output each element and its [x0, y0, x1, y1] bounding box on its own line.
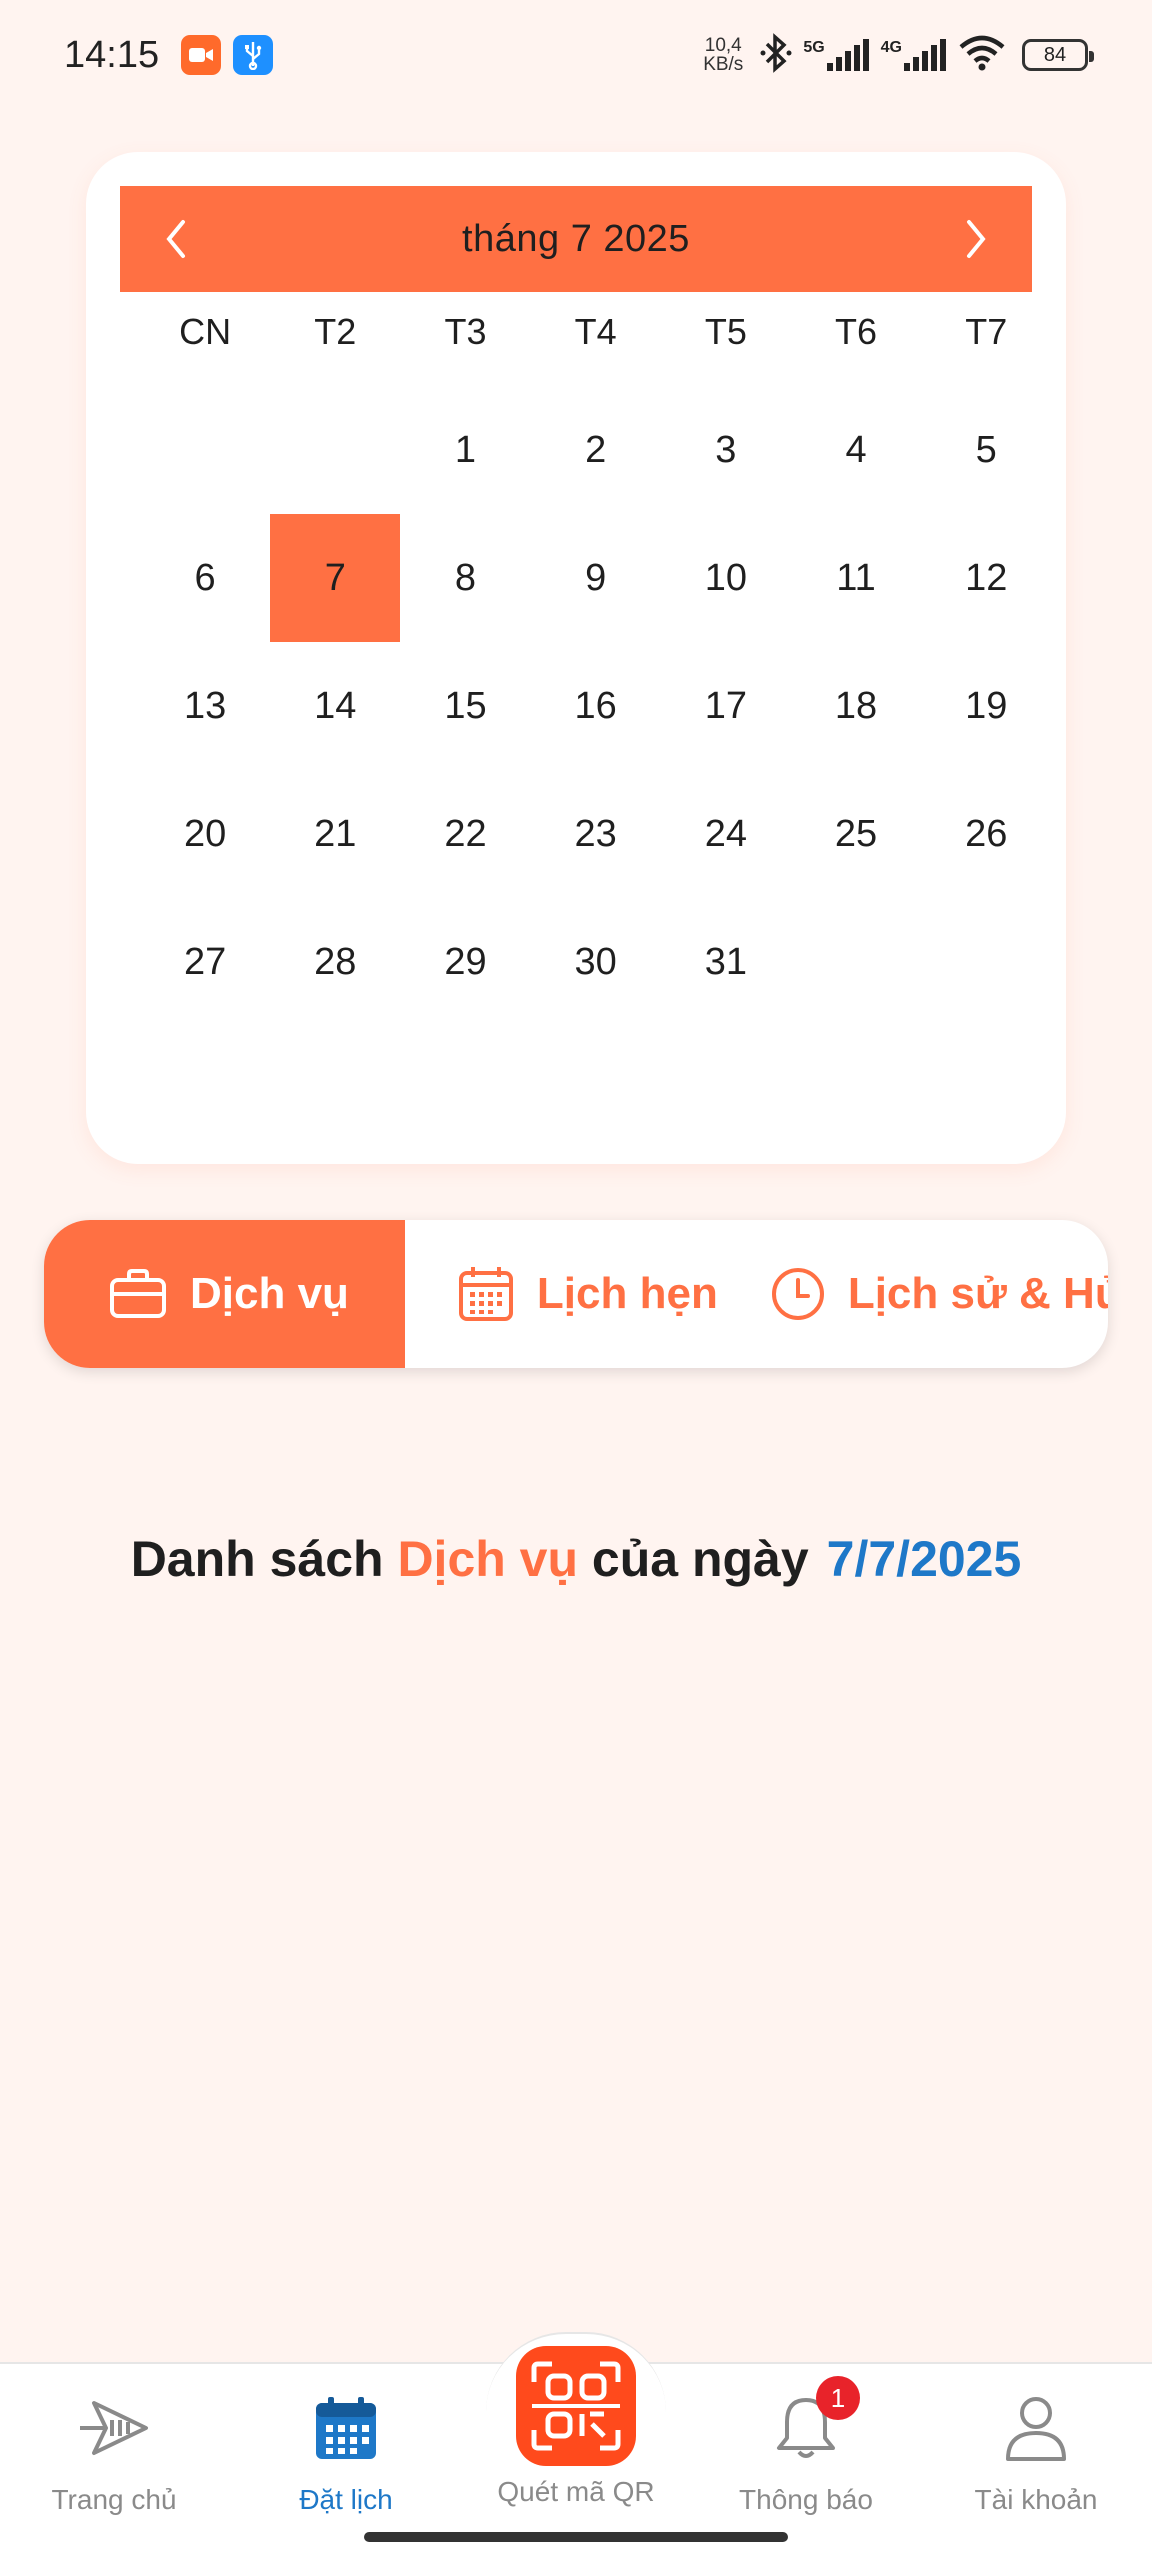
usb-icon	[233, 35, 274, 75]
day-cell[interactable]: 21	[270, 770, 400, 898]
day-cell[interactable]: 8	[400, 514, 530, 642]
wifi-icon	[958, 35, 1006, 76]
nav-notifications[interactable]: 1 Thông báo	[706, 2376, 906, 2516]
bell-icon: 1	[766, 2376, 860, 2468]
calendar-icon	[306, 2388, 386, 2468]
signal-bars-icon	[826, 39, 869, 71]
briefcase-icon	[110, 1269, 166, 1318]
weekday-label: T3	[444, 311, 487, 352]
tab-lich-su-huy[interactable]: Lịch sử & Hủy	[770, 1220, 1108, 1368]
nav-account[interactable]: Tài khoản	[936, 2388, 1136, 2516]
day-cell[interactable]: 22	[400, 770, 530, 898]
clock-icon	[771, 1268, 824, 1320]
day-blank	[270, 386, 400, 514]
calendar-header: tháng 7 2025	[120, 186, 1032, 292]
status-indicators: 10,4 KB/s 5G 4G 84	[703, 32, 1094, 78]
prev-month-button[interactable]	[146, 209, 206, 269]
weekday-label: T7	[965, 311, 1008, 352]
weekday-label: T4	[574, 311, 617, 352]
weekday-label: T2	[314, 311, 357, 352]
day-cell[interactable]: 2	[531, 386, 661, 514]
nav-label-qr: Quét mã QR	[497, 2476, 655, 2507]
day-cell[interactable]: 23	[531, 770, 661, 898]
tab-label: Lịch hẹn	[536, 1269, 718, 1318]
service-list-title: Danh sách Dịch vụ của ngày 7/7/2025	[0, 1530, 1152, 1588]
nav-label: Đặt lịch	[299, 2484, 393, 2515]
battery-icon: 84	[1022, 39, 1094, 71]
network-speed: 10,4 KB/s	[703, 36, 743, 74]
day-cell[interactable]: 14	[270, 642, 400, 770]
day-cell[interactable]: 17	[661, 642, 791, 770]
day-cell[interactable]: 12	[921, 514, 1051, 642]
day-cell[interactable]: 25	[791, 770, 921, 898]
day-blank	[140, 386, 270, 514]
day-cell[interactable]: 5	[921, 386, 1051, 514]
service-tabs: Dịch vụ Lịch hẹn Lịch sử & Hủy	[44, 1220, 1108, 1368]
battery-level: 84	[1043, 43, 1067, 66]
nav-home[interactable]: Trang chủ	[14, 2388, 214, 2516]
day-cell[interactable]: 4	[791, 386, 921, 514]
signal-bars-icon	[904, 39, 946, 71]
home-icon	[74, 2388, 154, 2468]
calendar-month-title: tháng 7 2025	[462, 217, 690, 260]
weekday-label: T6	[835, 311, 878, 352]
weekday-label: T5	[704, 311, 747, 352]
title-middle: của ngày	[578, 1531, 809, 1587]
signal-sim2: 4G	[881, 39, 948, 71]
home-indicator	[364, 2532, 788, 2542]
speed-unit: KB/s	[703, 54, 744, 75]
day-cell[interactable]: 20	[140, 770, 270, 898]
day-cell[interactable]: 13	[140, 642, 270, 770]
tab-label: Lịch sử & Hủy	[847, 1269, 1108, 1318]
day-cell[interactable]: 9	[531, 514, 661, 642]
calendar-grid-icon	[458, 1267, 513, 1321]
video-app-icon	[181, 35, 222, 75]
day-cell[interactable]: 28	[270, 898, 400, 1026]
day-cell[interactable]: 1	[400, 386, 530, 514]
tab-label: Dịch vụ	[190, 1269, 349, 1318]
day-cell[interactable]: 18	[791, 642, 921, 770]
nav-label: Trang chủ	[51, 2484, 177, 2515]
nav-label: Thông báo	[739, 2484, 873, 2515]
sim2-label: 4G	[880, 39, 902, 56]
chevron-left-icon	[166, 220, 185, 258]
day-cell[interactable]: 16	[531, 642, 661, 770]
tab-lich-hen[interactable]: Lịch hẹn	[405, 1220, 770, 1368]
day-cell[interactable]: 26	[921, 770, 1051, 898]
chevron-right-icon	[966, 220, 986, 258]
title-prefix: Danh sách	[130, 1531, 398, 1587]
title-highlight: Dịch vụ	[397, 1531, 579, 1587]
status-time: 14:15	[64, 33, 160, 76]
day-cell[interactable]: 19	[921, 642, 1051, 770]
bluetooth-icon	[759, 32, 793, 78]
day-cell[interactable]: 6	[140, 514, 270, 642]
day-cell[interactable]: 30	[531, 898, 661, 1026]
day-cell[interactable]: 3	[661, 386, 791, 514]
status-bar: 14:15 10,4 KB/s 5G 4G 84	[0, 0, 1152, 110]
day-cell[interactable]: 31	[661, 898, 791, 1026]
days-grid: 1 2 3 4 5 6 7 8 9 10 11 12 13 14 15 16 17 18 19 20 21 22 23 24 2…	[140, 386, 1052, 1026]
qr-scan-icon	[531, 2361, 621, 2451]
day-cell[interactable]: 27	[140, 898, 270, 1026]
day-cell[interactable]: 15	[400, 642, 530, 770]
nav-booking[interactable]: Đặt lịch	[246, 2388, 446, 2516]
nav-label: Tài khoản	[974, 2484, 1098, 2515]
qr-scan-button[interactable]	[516, 2346, 636, 2466]
signal-sim1: 5G	[803, 39, 870, 71]
weekday-label: CN	[179, 311, 232, 352]
sim1-label: 5G	[803, 39, 825, 56]
next-month-button[interactable]	[946, 209, 1006, 269]
speed-value: 10,4	[704, 35, 742, 56]
selected-date: 7/7/2025	[826, 1531, 1022, 1587]
day-cell[interactable]: 29	[400, 898, 530, 1026]
user-icon	[996, 2388, 1076, 2468]
day-cell-selected[interactable]: 7	[270, 514, 401, 642]
weekday-row: CN T2 T3 T4 T5 T6 T7	[140, 302, 1052, 362]
notification-badge: 1	[816, 2376, 860, 2420]
day-cell[interactable]: 24	[661, 770, 791, 898]
day-cell[interactable]: 11	[791, 514, 921, 642]
calendar-card: tháng 7 2025 CN T2 T3 T4 T5 T6 T7 1 2 3 4 5 6 7 8 9 10 1…	[86, 152, 1066, 1164]
tab-dich-vu[interactable]: Dịch vụ	[44, 1220, 405, 1368]
day-cell[interactable]: 10	[661, 514, 791, 642]
